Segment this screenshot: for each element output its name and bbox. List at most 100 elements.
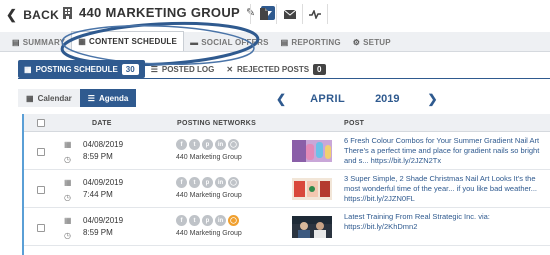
clock-icon: ◷ <box>64 155 71 164</box>
calendar-icon: ▦ <box>64 216 72 225</box>
month-navigation: ❮ APRIL 2019 ❯ <box>276 90 438 108</box>
back-label: BACK <box>23 8 60 22</box>
post-time: 8:59 PM <box>83 228 113 237</box>
post-thumbnail[interactable] <box>292 140 332 162</box>
post-text[interactable]: 6 Fresh Colour Combos for Your Summer Gr… <box>344 136 549 167</box>
instagram-icon[interactable]: ◯ <box>228 177 239 188</box>
calendar-icon: ▦ <box>64 140 72 149</box>
post-datetime: 04/08/2019 8:59 PM <box>83 139 123 163</box>
calendar-view-button[interactable]: ▦ Calendar <box>18 89 80 107</box>
post-text[interactable]: 3 Super Simple, 2 Shade Christmas Nail A… <box>344 174 549 205</box>
calendar-icon: ▦ <box>64 178 72 187</box>
summary-icon: ▤ <box>12 37 20 47</box>
row-checkbox[interactable] <box>37 186 45 194</box>
tab-content-schedule[interactable]: ▦ CONTENT SCHEDULE <box>71 31 185 51</box>
subtab-label: POSTED LOG <box>161 64 215 74</box>
tab-reporting[interactable]: ▤ REPORTING <box>275 33 347 51</box>
network-name: 440 Marketing Group <box>176 230 242 237</box>
top-header: ❮ BACK 440 MARKETING GROUP ✎ <box>0 0 550 28</box>
header-actions <box>250 4 328 24</box>
facebook-icon[interactable]: f <box>176 215 187 226</box>
post-thumbnail[interactable] <box>292 216 332 238</box>
view-label: Agenda <box>98 93 129 103</box>
column-date: DATE <box>92 120 112 127</box>
post-text[interactable]: Latest Training From Real Strategic Inc.… <box>344 212 549 243</box>
table-row[interactable]: ▦ ◷ 04/09/2019 7:44 PM f t p in ◯ 440 Ma… <box>24 171 550 208</box>
facebook-icon[interactable]: f <box>176 139 187 150</box>
envelope-icon <box>283 9 296 19</box>
column-post: POST <box>344 120 365 127</box>
agenda-view-button[interactable]: ☰ Agenda <box>79 89 137 107</box>
prev-month-button[interactable]: ❮ <box>276 92 286 106</box>
subtab-posted-log[interactable]: ☰ POSTED LOG <box>145 60 221 78</box>
activity-icon <box>309 9 321 19</box>
twitter-icon[interactable]: t <box>189 139 200 150</box>
table-row[interactable]: ▦ ◷ 04/08/2019 8:59 PM f t p in ◯ 440 Ma… <box>24 133 550 170</box>
next-month-button[interactable]: ❯ <box>428 92 438 106</box>
date-icons: ▦ ◷ <box>64 140 72 164</box>
tab-label: SUMMARY <box>22 37 66 47</box>
network-icons: f t p in ◯ <box>176 139 239 150</box>
subtab-posting-schedule[interactable]: ▦ POSTING SCHEDULE 30 <box>18 60 145 78</box>
linkedin-icon[interactable]: in <box>215 139 226 150</box>
ticket-icon: ▬ <box>190 37 199 47</box>
subtab-label: POSTING SCHEDULE <box>35 64 118 74</box>
tab-label: CONTENT SCHEDULE <box>88 37 178 46</box>
calendar-icon: ▦ <box>24 64 32 74</box>
post-thumbnail[interactable] <box>292 178 332 200</box>
year-label: 2019 <box>375 93 400 105</box>
subtab-label: REJECTED POSTS <box>237 64 310 74</box>
network-icons: f t p in ◯ <box>176 177 239 188</box>
post-time: 7:44 PM <box>83 190 113 199</box>
select-all-checkbox[interactable] <box>37 119 45 127</box>
twitter-icon[interactable]: t <box>189 177 200 188</box>
pinterest-icon[interactable]: p <box>202 215 213 226</box>
pinterest-icon[interactable]: p <box>202 177 213 188</box>
main-tabs: ▤ SUMMARY ▦ CONTENT SCHEDULE ▬ SOCIAL OF… <box>0 31 550 52</box>
activity-button[interactable] <box>302 4 328 24</box>
clock-icon: ◷ <box>64 231 71 240</box>
email-button[interactable] <box>276 4 302 24</box>
instagram-icon[interactable]: ◯ <box>228 215 239 226</box>
month-label: APRIL <box>310 93 346 105</box>
post-date: 04/09/2019 <box>83 178 124 187</box>
count-badge: 30 <box>121 63 139 75</box>
back-button[interactable]: ❮ BACK <box>6 7 59 23</box>
post-date: 04/09/2019 <box>83 216 124 225</box>
tab-label: REPORTING <box>291 37 341 47</box>
row-checkbox[interactable] <box>37 148 45 156</box>
pinterest-icon[interactable]: p <box>202 139 213 150</box>
tab-social-offers[interactable]: ▬ SOCIAL OFFERS <box>184 33 275 51</box>
twitter-icon[interactable]: t <box>189 215 200 226</box>
facebook-icon[interactable]: f <box>176 177 187 188</box>
group-name: 440 MARKETING GROUP <box>79 5 241 20</box>
linkedin-icon[interactable]: in <box>215 215 226 226</box>
building-icon <box>63 7 72 19</box>
view-label: Calendar <box>37 93 72 103</box>
row-checkbox[interactable] <box>37 224 45 232</box>
subtab-rejected-posts[interactable]: ✕ REJECTED POSTS 0 <box>220 60 331 78</box>
group-selector: 440 MARKETING GROUP ✎ <box>62 5 276 20</box>
date-icons: ▦ ◷ <box>64 178 72 202</box>
date-icons: ▦ ◷ <box>64 216 72 240</box>
post-datetime: 04/09/2019 8:59 PM <box>83 215 123 239</box>
report-icon: ▤ <box>280 37 289 47</box>
tab-summary[interactable]: ▤ SUMMARY <box>6 33 71 51</box>
document-button[interactable] <box>250 4 276 24</box>
network-name: 440 Marketing Group <box>176 192 242 199</box>
table-header: DATE POSTING NETWORKS POST <box>24 114 550 132</box>
close-icon: ✕ <box>226 64 234 74</box>
tab-setup[interactable]: ⚙ SETUP <box>347 33 397 51</box>
subtab-divider <box>18 78 550 79</box>
gear-icon: ⚙ <box>352 37 361 47</box>
schedule-subtabs: ▦ POSTING SCHEDULE 30 ☰ POSTED LOG ✕ REJ… <box>18 60 332 78</box>
post-datetime: 04/09/2019 7:44 PM <box>83 177 123 201</box>
network-name: 440 Marketing Group <box>176 154 242 161</box>
column-networks: POSTING NETWORKS <box>177 120 257 127</box>
post-date: 04/08/2019 <box>83 140 124 149</box>
linkedin-icon[interactable]: in <box>215 177 226 188</box>
post-time: 8:59 PM <box>83 152 113 161</box>
table-row[interactable]: ▦ ◷ 04/09/2019 8:59 PM f t p in ◯ 440 Ma… <box>24 209 550 246</box>
instagram-icon[interactable]: ◯ <box>228 139 239 150</box>
count-badge: 0 <box>313 63 326 75</box>
